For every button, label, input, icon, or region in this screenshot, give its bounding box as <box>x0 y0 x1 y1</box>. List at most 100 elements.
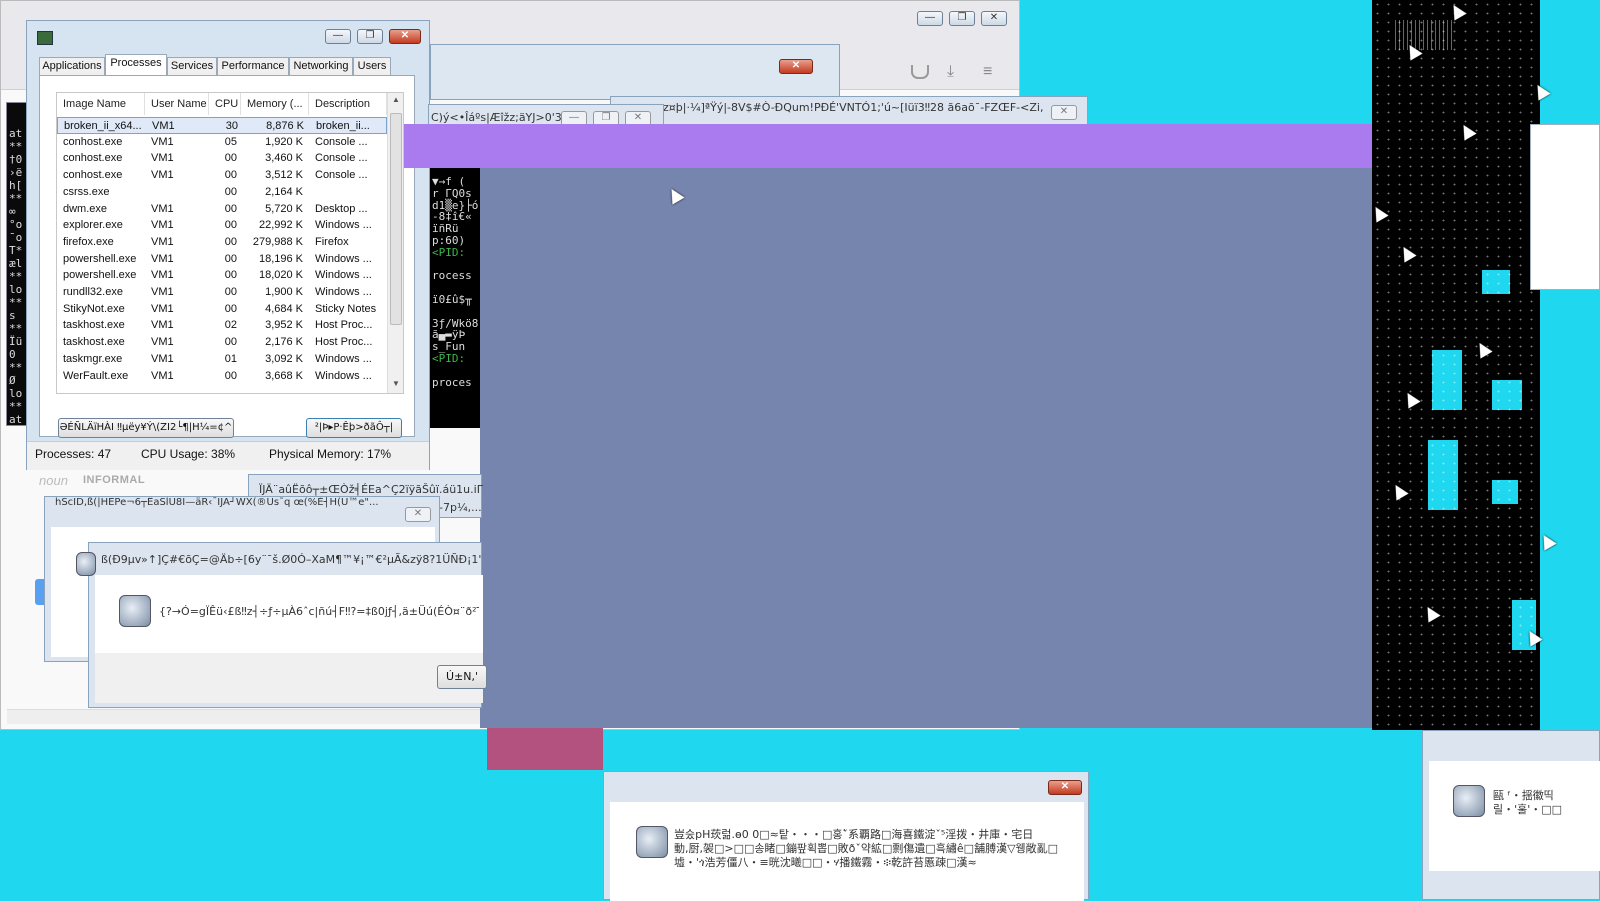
console-line: <PID: <box>432 351 466 365</box>
column-user-name[interactable]: User Name <box>145 93 209 115</box>
garbled-window-e-close-button[interactable]: ✕ <box>405 507 431 522</box>
process-user-name: VM1 <box>151 286 174 298</box>
left-console-text: at ** †0 ›ë h[ ** ∞ °o ¯o T* æl ** lo **… <box>9 127 23 426</box>
process-user-name: VM1 <box>151 202 174 215</box>
process-description: broken_ii... <box>316 120 370 132</box>
process-cpu: 00 <box>224 286 237 298</box>
column-memory[interactable]: Memory (... <box>241 93 309 115</box>
column-cpu[interactable]: CPU <box>209 93 241 115</box>
console-line: proces <box>432 375 472 389</box>
process-user-name: VM1 <box>151 369 174 382</box>
firefox-restore-button[interactable]: ❐ <box>949 11 975 26</box>
firefox-minimize-button[interactable]: — <box>917 11 943 26</box>
bottom-dialog-body: 豈숬pH莰럶.ɵ0 0□≈탙・・・□홍ˇ፞系覇路□海喜鐵淀ˇ⁵淫拨・井庫・宅日 … <box>610 802 1084 901</box>
bottom-right-computer-icon <box>1453 785 1485 817</box>
process-row[interactable]: csrss.exe 00 2,164 K <box>57 184 387 201</box>
process-description: Sticky Notes <box>315 302 377 315</box>
process-row[interactable]: conhost.exe VM1 05 1,920 K Console ... <box>57 134 387 151</box>
show-processes-all-users-button[interactable]: ƏÉÑLÄïHÀI ‼µëy¥Ý\(ZI2└¶|H¼=¢^ <box>58 418 234 438</box>
process-image-name: StikyNot.exe <box>63 302 125 315</box>
process-memory: 3,512 K <box>265 169 303 182</box>
garbled-window-f-footer <box>95 653 483 703</box>
task-manager-maximize-button[interactable]: ❐ <box>357 29 383 44</box>
tab-services[interactable]: Services <box>167 57 217 75</box>
scroll-thumb[interactable] <box>390 113 402 325</box>
tab-applications[interactable]: Applications <box>39 57 105 75</box>
mouse-cursor-icon <box>1537 531 1557 551</box>
scroll-down-arrow-icon[interactable]: ▼ <box>392 379 400 388</box>
process-memory: 2,176 K <box>265 336 303 349</box>
process-memory: 8,876 K <box>266 120 304 132</box>
process-row[interactable]: taskhost.exe VM1 02 3,952 K Host Proc... <box>57 317 387 334</box>
process-description: Windows ... <box>315 252 372 265</box>
process-row[interactable]: dwm.exe VM1 00 5,720 K Desktop ... <box>57 201 387 218</box>
tab-processes[interactable]: Processes <box>105 54 167 75</box>
process-row[interactable]: rundll32.exe VM1 00 1,900 K Windows ... <box>57 284 387 301</box>
garbled-window-f-body: {?→Ó=gÏÊü‹£ß‼z┤÷ƒ÷µÀ6ˆc|ñú┤F‼?=‡ß0jƒ┤,ä±… <box>95 575 487 703</box>
process-image-name: powershell.exe <box>63 252 137 265</box>
process-row[interactable]: explorer.exe VM1 00 22,992 K Windows ... <box>57 217 387 234</box>
process-list: Image Name User Name CPU Memory (... Des… <box>56 92 404 394</box>
process-cpu: 00 <box>224 302 237 315</box>
garbled-window-b: z¤þ|·¼]ªŸý|-8V$#Ò-ÐQum!PÐÉ'VNTÓ1;'ú~[Iüï… <box>610 96 1088 126</box>
end-process-button[interactable]: ²|Þ▸P·Êþ>ðãÔ┬| <box>306 418 402 438</box>
process-row[interactable]: powershell.exe VM1 00 18,020 K Windows ... <box>57 267 387 284</box>
horizontal-scrollbar[interactable] <box>7 709 487 724</box>
process-description: Windows ... <box>315 369 372 382</box>
garbled-window-b-title: z¤þ|·¼]ªŸý|-8V$#Ò-ÐQum!PÐÉ'VNTÓ1;'ú~[Iüï… <box>663 101 1043 114</box>
process-user-name: VM1 <box>151 219 174 232</box>
background-dialog-close-button[interactable]: ✕ <box>779 59 813 74</box>
task-manager-icon <box>37 31 53 45</box>
dictionary-noun-label: noun <box>39 473 68 488</box>
process-row[interactable]: firefox.exe VM1 00 279,988 K Firefox <box>57 234 387 251</box>
process-row[interactable]: powershell.exe VM1 00 18,196 K Windows ... <box>57 251 387 268</box>
bottom-dialog-computer-icon <box>636 826 668 858</box>
process-user-name: VM1 <box>151 336 174 349</box>
process-image-name: rundll32.exe <box>63 286 123 298</box>
process-row[interactable]: taskhost.exe VM1 00 2,176 K Host Proc... <box>57 334 387 351</box>
bottom-dialog-close-button[interactable]: ✕ <box>1048 780 1082 795</box>
process-memory: 1,900 K <box>265 286 303 298</box>
vertical-scrollbar[interactable]: ▲ ▼ <box>387 93 403 393</box>
process-row[interactable]: conhost.exe VM1 00 3,460 K Console ... <box>57 150 387 167</box>
process-user-name: VM1 <box>151 319 174 332</box>
process-row[interactable]: broken_ii_x64... VM1 30 8,876 K broken_ii... <box>57 117 387 134</box>
process-user-name: VM1 <box>151 152 174 165</box>
firefox-close-button[interactable]: ✕ <box>981 11 1007 26</box>
process-memory: 3,092 K <box>265 352 303 365</box>
process-memory: 4,684 K <box>265 302 303 315</box>
pocket-icon[interactable] <box>911 65 929 79</box>
tab-performance[interactable]: Performance <box>217 57 289 75</box>
console-line: p:60) <box>432 233 466 247</box>
console-window: ▼→f (r ΓQ0s d1▒e}├ó -8‡î€« ïñRü p:60) <PID: ro… <box>428 166 482 428</box>
download-icon[interactable]: ⤓ <box>947 63 954 81</box>
garbled-window-e-title: hScID,ß(|HEPe¬6┬ÊaSlU8I—äR‹ˉIJA┘WX(®Ùs˜q… <box>55 497 379 508</box>
process-user-name: VM1 <box>151 352 174 365</box>
process-cpu: 00 <box>224 219 237 232</box>
process-cpu: 01 <box>224 352 237 365</box>
task-manager-window: — ❐ ✕ Applications Processes Services Pe… <box>26 20 430 470</box>
process-image-name: dwm.exe <box>63 202 108 215</box>
column-image-name[interactable]: Image Name <box>57 93 145 115</box>
column-description[interactable]: Description <box>309 93 387 115</box>
console-line: ï0£û$╥ <box>432 292 472 306</box>
garbled-window-f-button[interactable]: Ú±N,' <box>437 665 487 689</box>
tab-networking[interactable]: Networking <box>289 57 353 75</box>
garbled-window-f: ß(Ð9µv»↑]Ç#€õÇ=@Äb÷[6y¨¯š.Ø0Ó–XaM¶™¥¡™€²… <box>88 542 487 708</box>
process-memory: 3,668 K <box>265 369 303 382</box>
process-row[interactable]: taskmgr.exe VM1 01 3,092 K Windows ... <box>57 351 387 368</box>
task-manager-minimize-button[interactable]: — <box>325 29 351 44</box>
process-row[interactable]: StikyNot.exe VM1 00 4,684 K Sticky Notes <box>57 301 387 318</box>
process-rows: broken_ii_x64... VM1 30 8,876 K broken_ii...… <box>57 117 387 393</box>
scroll-up-arrow-icon[interactable]: ▲ <box>392 95 400 104</box>
noise-dots <box>1372 0 1540 730</box>
garbled-window-d-title: ÏJÄ¨aûËõô┬±ŒÒž╡ÉEa^Ç2ïÿãŠûï.áü1u.iΓ€x <box>259 483 483 496</box>
process-image-name: powershell.exe <box>63 269 137 282</box>
tab-users[interactable]: Users <box>353 57 391 75</box>
garbled-window-b-close-button[interactable]: ✕ <box>1051 105 1077 120</box>
process-row[interactable]: WerFault.exe VM1 00 3,668 K Windows ... <box>57 368 387 385</box>
menu-icon[interactable]: ≡ <box>983 63 992 81</box>
task-manager-close-button[interactable]: ✕ <box>389 29 421 44</box>
process-row[interactable]: conhost.exe VM1 00 3,512 K Console ... <box>57 167 387 184</box>
